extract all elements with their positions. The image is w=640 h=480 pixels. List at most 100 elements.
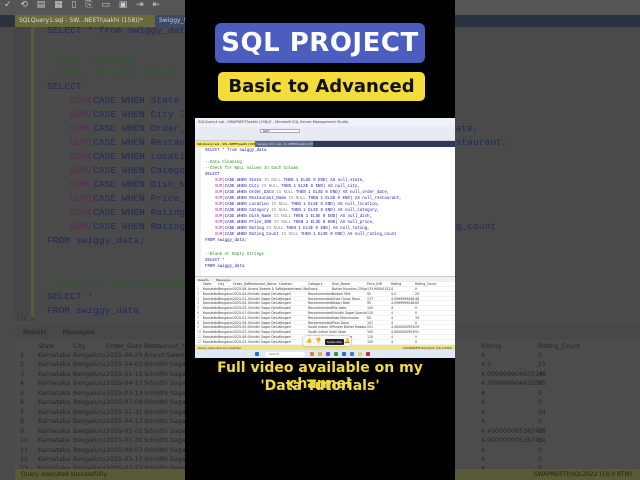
column-header[interactable]: State xyxy=(38,343,55,350)
table-cell: 65 xyxy=(415,301,420,306)
code-token: SELECT * from swiggy_data xyxy=(205,149,267,153)
code-token: FROM swiggy_data xyxy=(47,305,140,316)
table-cell: 4 xyxy=(481,446,486,454)
table-cell: Recommended xyxy=(308,315,332,320)
table-cell: 2025-03-13 xyxy=(106,389,143,397)
table-cell: Bengaluru xyxy=(73,361,106,369)
code-token: SUM( xyxy=(205,191,225,195)
table-cell: 0 xyxy=(415,287,418,291)
folder-icon[interactable] xyxy=(318,352,322,356)
excel-icon[interactable] xyxy=(334,352,338,356)
table-cell: 2025-03-10 xyxy=(233,339,248,344)
table-cell: Srinidhi Sagar Deluxe xyxy=(248,339,279,344)
table-cell: Srinidhi Sagar Deluxe xyxy=(248,320,279,325)
table-cell: 2025-04-03 xyxy=(233,291,248,296)
table-cell: Kengeri xyxy=(279,315,292,320)
table-cell: Bengaluru xyxy=(218,330,233,335)
code-token: IS NULL xyxy=(273,215,294,219)
table-cell: 0 xyxy=(538,352,543,359)
code-token: CASE WHEN Rating_Count xyxy=(224,233,282,237)
subscribe-button[interactable]: Subscribe xyxy=(325,338,344,345)
app-icon[interactable] xyxy=(326,352,330,356)
table-cell: Idli Vada xyxy=(332,330,346,335)
column-header[interactable]: City xyxy=(73,343,85,350)
code-token: SUM( xyxy=(205,221,225,225)
table-cell: Karnataka xyxy=(38,418,70,426)
column-header[interactable]: State xyxy=(203,282,218,286)
table-cell: Bengaluru xyxy=(218,339,233,344)
table-cell: 2025-04-13 xyxy=(106,418,143,426)
code-token: SUM( xyxy=(47,151,94,162)
column-header[interactable]: Rating_Count xyxy=(415,282,445,286)
table-cell: 4 xyxy=(481,408,486,416)
table-cell: 0 xyxy=(415,320,418,325)
table-cell: 4 xyxy=(391,311,394,315)
code-token: SUM( xyxy=(47,95,94,106)
column-header[interactable]: Price_INR xyxy=(367,282,391,286)
ssms-icon[interactable] xyxy=(358,352,362,356)
table-cell: Bengaluru xyxy=(73,380,106,388)
table-cell: Bengaluru xyxy=(218,306,233,311)
zoom-level[interactable]: 136 % xyxy=(16,316,35,323)
table-cell: 4.5 xyxy=(481,361,492,369)
table-cell: Kengeri xyxy=(279,306,292,311)
bell-icon[interactable]: 🔔 xyxy=(344,338,350,344)
table-cell: Karnataka xyxy=(203,311,218,315)
column-header[interactable]: Location xyxy=(279,282,308,286)
table-cell: 2025-01-10 xyxy=(106,370,143,378)
table-cell: Srinidhi Sagar Deluxe xyxy=(248,311,279,315)
code-token: SUM( xyxy=(205,209,225,213)
table-cell: Recommended xyxy=(308,320,332,325)
table-cell: 7 xyxy=(20,408,25,416)
code-editor-lower[interactable]: --Blank or Empty Strings SELECT * FROM swi… xyxy=(195,252,455,276)
column-header[interactable]: Rating xyxy=(391,282,415,286)
table-cell: 25 xyxy=(415,291,420,296)
table-cell: 0 xyxy=(415,335,418,339)
taskbar-search[interactable]: Search xyxy=(265,351,305,357)
table-cell: Kengeri xyxy=(279,311,292,315)
column-header[interactable]: Category xyxy=(308,282,332,286)
code-token: SUM( xyxy=(47,123,94,134)
like-icon[interactable]: 👍 xyxy=(306,338,312,344)
code-token: IS NULL xyxy=(288,197,309,201)
table-cell: South Indian Snacks xyxy=(308,330,332,335)
code-token: SUM( xyxy=(205,227,225,231)
table-cell: Bengaluru xyxy=(218,320,233,325)
table-cell: 4.59999990463257 xyxy=(481,380,544,388)
column-header[interactable]: City xyxy=(218,282,233,286)
row-number: 6 xyxy=(197,311,200,315)
table-cell: Kengeri xyxy=(279,320,292,325)
row-number: 2 xyxy=(197,291,200,296)
code-token: SELECT * xyxy=(47,291,94,302)
vscode-icon[interactable] xyxy=(350,352,354,356)
table-cell: 51 xyxy=(538,437,547,445)
table-cell: 133.9000015258789 xyxy=(367,287,391,291)
table-cell: 65 xyxy=(538,380,547,388)
column-header[interactable]: Restaurant_Name xyxy=(248,282,279,286)
column-header[interactable]: Rating_Count xyxy=(538,343,580,350)
code-token: THEN 1 ELSE 0 END) AS null_price, xyxy=(293,221,375,225)
database-selector[interactable]: SOH xyxy=(260,129,300,133)
app-icon[interactable] xyxy=(342,352,346,356)
table-cell: Recommended xyxy=(308,291,332,296)
table-cell: 4 xyxy=(391,315,394,320)
dislike-icon[interactable]: 👎 xyxy=(315,338,321,344)
code-token: THEN 1 ELSE 0 END) AS null_state, xyxy=(283,179,365,183)
column-header[interactable]: Order_Date xyxy=(106,343,142,350)
table-cell: Karnataka xyxy=(38,455,70,463)
table-cell: Srinidhi Sagar Deluxe xyxy=(248,306,279,311)
code-token: SUM( xyxy=(47,207,94,218)
column-header[interactable]: Order_Date xyxy=(233,282,248,286)
column-header[interactable]: Dish_Name xyxy=(332,282,367,286)
results-tab[interactable]: Results xyxy=(23,328,46,336)
messages-tab[interactable]: Messages xyxy=(63,328,95,336)
table-cell: Bengaluru xyxy=(73,352,106,359)
table-cell: Karnataka xyxy=(38,352,70,359)
column-header[interactable]: Rating xyxy=(481,343,501,350)
chrome-icon[interactable] xyxy=(366,352,370,356)
start-icon[interactable] xyxy=(255,352,259,356)
app-icon[interactable] xyxy=(310,352,314,356)
table-cell: 6 xyxy=(20,399,25,407)
table-cell: Kengeri xyxy=(279,325,292,330)
table-cell: 2025-08-03 xyxy=(233,335,248,339)
